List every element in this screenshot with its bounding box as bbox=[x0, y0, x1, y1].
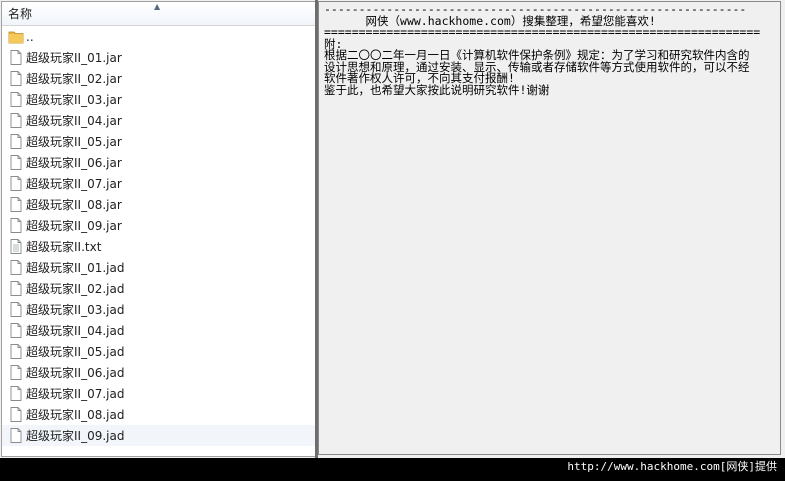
file-list-item[interactable]: 超级玩家II_04.jad bbox=[2, 320, 315, 341]
file-name-label: 超级玩家II_03.jar bbox=[26, 93, 122, 107]
file-list-item[interactable]: 超级玩家II_02.jad bbox=[2, 278, 315, 299]
file-icon bbox=[8, 301, 24, 318]
file-list-item[interactable]: 超级玩家II_06.jad bbox=[2, 362, 315, 383]
file-name-label: 超级玩家II_05.jad bbox=[26, 345, 125, 359]
file-name-label: 超级玩家II_08.jar bbox=[26, 198, 122, 212]
file-name-label: 超级玩家II_02.jar bbox=[26, 72, 122, 86]
file-list-item[interactable]: 超级玩家II_06.jar bbox=[2, 152, 315, 173]
file-name-label: 超级玩家II_01.jad bbox=[26, 261, 125, 275]
file-name-label: 超级玩家II_06.jar bbox=[26, 156, 122, 170]
file-icon bbox=[8, 343, 24, 360]
file-list-item[interactable]: 超级玩家II_08.jar bbox=[2, 194, 315, 215]
file-list-item[interactable]: 超级玩家II_02.jar bbox=[2, 68, 315, 89]
file-name-label: 超级玩家II_01.jar bbox=[26, 51, 122, 65]
file-list-item[interactable]: 超级玩家II_09.jar bbox=[2, 215, 315, 236]
text-line: 鉴于此，也希望大家按此说明研究软件!谢谢 bbox=[324, 82, 550, 97]
file-name-label: 超级玩家II_08.jad bbox=[26, 408, 125, 422]
file-list-pane[interactable]: 名称 ▲ .. 超级玩家II_01.jar 超级玩家II_02.jar 超级玩家II_… bbox=[1, 1, 316, 457]
file-icon bbox=[8, 280, 24, 297]
file-list-item[interactable]: 超级玩家II_01.jar bbox=[2, 47, 315, 68]
file-icon bbox=[8, 364, 24, 381]
file-icon bbox=[8, 406, 24, 423]
file-icon bbox=[8, 385, 24, 402]
file-name-label: 超级玩家II_04.jad bbox=[26, 324, 125, 338]
file-list-item[interactable]: 超级玩家II_07.jad bbox=[2, 383, 315, 404]
file-name-label: 超级玩家II.txt bbox=[26, 240, 102, 254]
file-list-item[interactable]: 超级玩家II_04.jar bbox=[2, 110, 315, 131]
file-name-label: 超级玩家II_09.jad bbox=[26, 429, 125, 443]
file-name-label: 超级玩家II_07.jar bbox=[26, 177, 122, 191]
file-icon bbox=[8, 49, 24, 66]
file-icon bbox=[8, 196, 24, 213]
file-list-item[interactable]: 超级玩家II_01.jad bbox=[2, 257, 315, 278]
file-name-label: .. bbox=[26, 29, 34, 44]
file-list-item[interactable]: 超级玩家II_03.jad bbox=[2, 299, 315, 320]
file-icon bbox=[8, 322, 24, 339]
file-name-label: 超级玩家II_04.jar bbox=[26, 114, 122, 128]
text-line: ========================================… bbox=[324, 25, 761, 39]
text-file-icon bbox=[8, 238, 24, 255]
file-icon bbox=[8, 133, 24, 150]
file-list-item[interactable]: 超级玩家II_09.jad bbox=[2, 425, 315, 446]
file-list-item[interactable]: 超级玩家II_05.jad bbox=[2, 341, 315, 362]
text-preview-content: ----------------------------------------… bbox=[319, 2, 780, 96]
file-icon bbox=[8, 70, 24, 87]
file-icon bbox=[8, 175, 24, 192]
file-list-item[interactable]: 超级玩家II_05.jar bbox=[2, 131, 315, 152]
file-name-label: 超级玩家II_06.jad bbox=[26, 366, 125, 380]
file-name-label: 超级玩家II_03.jad bbox=[26, 303, 125, 317]
file-name-label: 超级玩家II_09.jar bbox=[26, 219, 122, 233]
text-preview-pane[interactable]: ----------------------------------------… bbox=[318, 1, 781, 455]
file-name-label: 超级玩家II_07.jad bbox=[26, 387, 125, 401]
file-name-label: 超级玩家II_02.jad bbox=[26, 282, 125, 296]
watermark-text: http://www.hackhome.com[网侠]提供 bbox=[567, 460, 777, 473]
column-header-name[interactable]: 名称 ▲ bbox=[2, 2, 315, 26]
file-icon bbox=[8, 112, 24, 129]
file-icon bbox=[8, 427, 24, 444]
folder-icon bbox=[8, 28, 24, 45]
file-icon bbox=[8, 217, 24, 234]
file-viewer-window: 名称 ▲ .. 超级玩家II_01.jar 超级玩家II_02.jar 超级玩家II_… bbox=[0, 0, 785, 458]
column-header-label: 名称 bbox=[8, 7, 33, 21]
file-list-item[interactable]: 超级玩家II_03.jar bbox=[2, 89, 315, 110]
file-icon bbox=[8, 259, 24, 276]
file-list: .. 超级玩家II_01.jar 超级玩家II_02.jar 超级玩家II_03.ja… bbox=[2, 26, 315, 446]
file-list-item[interactable]: 超级玩家II_08.jad bbox=[2, 404, 315, 425]
sort-ascending-icon: ▲ bbox=[154, 2, 161, 11]
file-list-item[interactable]: 超级玩家II_07.jar bbox=[2, 173, 315, 194]
file-icon bbox=[8, 154, 24, 171]
file-icon bbox=[8, 91, 24, 108]
file-list-item[interactable]: .. bbox=[2, 26, 315, 47]
file-list-item[interactable]: 超级玩家II.txt bbox=[2, 236, 315, 257]
file-name-label: 超级玩家II_05.jar bbox=[26, 135, 122, 149]
